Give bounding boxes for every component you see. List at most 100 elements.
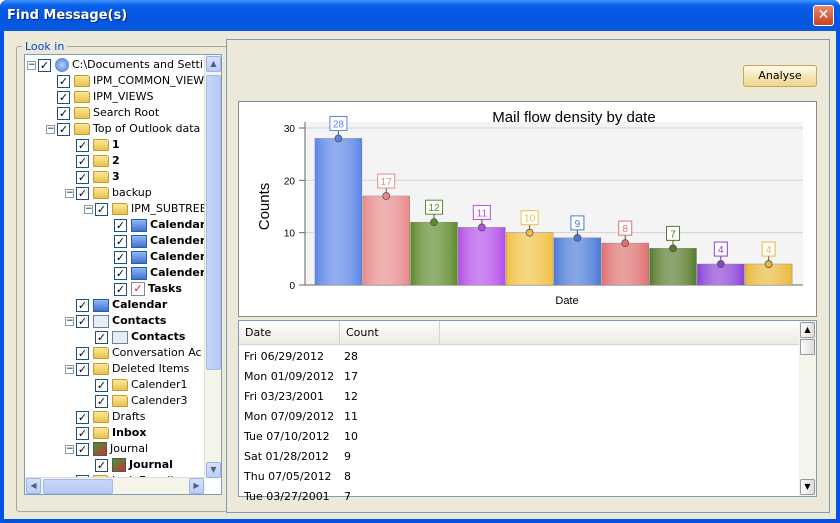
collapse-icon[interactable]: − <box>65 444 74 454</box>
tree-checkbox[interactable]: ✓ <box>114 218 127 232</box>
table-row[interactable]: Tue 07/10/2012 10 <box>239 427 800 447</box>
tree-item[interactable]: − ✓ Top of Outlook data <box>46 121 200 137</box>
tree-item[interactable]: ✓ Journal <box>84 457 173 473</box>
contact-icon <box>112 330 128 344</box>
tree-hscroll-thumb[interactable] <box>43 479 113 494</box>
tree-checkbox[interactable]: ✓ <box>57 74 70 88</box>
results-grid[interactable]: Date Count Fri 06/29/2012 28 Mon 01/09/201… <box>238 320 817 503</box>
tree-item[interactable]: ✓ Conversation Ac <box>65 345 202 361</box>
collapse-icon[interactable]: − <box>84 204 93 214</box>
title-bar[interactable]: Find Message(s) ✕ <box>0 0 840 31</box>
cell-date: Tue 03/27/2001 <box>244 490 330 503</box>
collapse-icon[interactable]: − <box>65 364 74 374</box>
tree-checkbox[interactable]: ✓ <box>95 378 108 392</box>
tree-checkbox[interactable]: ✓ <box>38 58 51 72</box>
tree-checkbox[interactable]: ✓ <box>76 170 89 184</box>
tree-checkbox[interactable]: ✓ <box>76 314 89 328</box>
table-row[interactable]: Mon 07/09/2012 11 <box>239 407 800 427</box>
tree-checkbox[interactable]: ✓ <box>114 266 127 280</box>
tree-item[interactable]: − ✓ IPM_SUBTREE <box>84 201 207 217</box>
folder-icon <box>93 411 109 423</box>
cell-date: Thu 07/05/2012 <box>244 470 332 483</box>
tree-horizontal-scrollbar[interactable]: ◀ ▶ <box>25 477 205 494</box>
collapse-icon[interactable]: − <box>27 60 36 70</box>
tree-item[interactable]: ✓ IPM_VIEWS <box>46 89 153 105</box>
tree-item[interactable]: ✓ Drafts <box>65 409 145 425</box>
scroll-down-arrow-icon[interactable]: ▼ <box>800 479 815 495</box>
tree-checkbox[interactable]: ✓ <box>76 362 89 376</box>
table-row[interactable]: Thu 07/05/2012 8 <box>239 467 800 487</box>
tree-item[interactable]: ✓ 1 <box>65 137 120 153</box>
table-row[interactable]: Tue 03/27/2001 7 <box>239 487 800 507</box>
scroll-up-arrow-icon[interactable]: ▲ <box>800 322 815 338</box>
column-header-count[interactable]: Count <box>340 321 440 345</box>
table-row[interactable]: Sat 01/28/2012 9 <box>239 447 800 467</box>
tree-item[interactable]: − ✓ backup <box>65 185 152 201</box>
tree-item[interactable]: ✓ Calender3 <box>103 265 213 281</box>
tree-checkbox[interactable]: ✓ <box>76 346 89 360</box>
folder-icon <box>93 427 109 439</box>
scroll-left-arrow-icon[interactable]: ◀ <box>26 478 41 494</box>
tree-checkbox[interactable]: ✓ <box>76 186 89 200</box>
tree-checkbox[interactable]: ✓ <box>57 122 70 136</box>
tree-checkbox[interactable]: ✓ <box>76 154 89 168</box>
column-header-date[interactable]: Date <box>239 321 340 345</box>
collapse-icon[interactable]: − <box>65 316 74 326</box>
tree-checkbox[interactable]: ✓ <box>76 138 89 152</box>
tree-checkbox[interactable]: ✓ <box>95 394 108 408</box>
tree-item[interactable]: − ✓ Contacts <box>65 313 166 329</box>
table-row[interactable]: Fri 03/23/2001 12 <box>239 387 800 407</box>
tree-item[interactable]: ✓ Inbox <box>65 425 146 441</box>
tree-item[interactable]: ✓ ✓ Tasks <box>103 281 182 297</box>
tree-item[interactable]: ✓ Calender2 <box>103 249 213 265</box>
tree-checkbox[interactable]: ✓ <box>76 442 89 456</box>
tree-item[interactable]: ✓ Contacts <box>84 329 185 345</box>
cell-date: Tue 07/10/2012 <box>244 430 330 443</box>
chart-bar-shine <box>649 248 697 285</box>
tree-checkbox[interactable]: ✓ <box>95 202 108 216</box>
tree-checkbox[interactable]: ✓ <box>114 234 127 248</box>
collapse-icon[interactable]: − <box>65 188 74 198</box>
folder-tree[interactable]: − ✓ C:\Documents and Setti ✓ IPM_COMMON_VIEW… <box>24 54 222 495</box>
tree-item[interactable]: ✓ Calendar <box>65 297 167 313</box>
tree-checkbox[interactable]: ✓ <box>114 250 127 264</box>
tree-item[interactable]: ✓ IPM_COMMON_VIEW <box>46 73 204 89</box>
tree-item-label: Contacts <box>131 330 186 343</box>
cell-date: Fri 03/23/2001 <box>244 390 325 403</box>
tree-item[interactable]: ✓ Search Root <box>46 105 159 121</box>
tree-item[interactable]: − ✓ C:\Documents and Setti <box>27 57 203 73</box>
analyse-button[interactable]: Analyse <box>743 65 817 87</box>
tree-vertical-scrollbar[interactable]: ▲ ▼ <box>204 55 221 479</box>
tree-checkbox[interactable]: ✓ <box>95 458 108 472</box>
grid-scroll-thumb[interactable] <box>800 339 815 355</box>
data-point <box>621 239 630 248</box>
tree-item[interactable]: − ✓ Journal <box>65 441 148 457</box>
tree-item[interactable]: ✓ 3 <box>65 169 120 185</box>
close-button[interactable]: ✕ <box>813 5 834 26</box>
tree-item[interactable]: ✓ Calender3 <box>84 393 188 409</box>
data-point <box>525 228 534 237</box>
tree-checkbox[interactable]: ✓ <box>95 330 108 344</box>
scroll-up-arrow-icon[interactable]: ▲ <box>206 56 221 72</box>
tree-checkbox[interactable]: ✓ <box>57 106 70 120</box>
scroll-right-arrow-icon[interactable]: ▶ <box>189 478 204 494</box>
scroll-down-arrow-icon[interactable]: ▼ <box>206 462 221 478</box>
tree-item[interactable]: ✓ Calender1 <box>84 377 188 393</box>
tree-checkbox[interactable]: ✓ <box>76 298 89 312</box>
tree-checkbox[interactable]: ✓ <box>76 410 89 424</box>
tree-scroll-thumb[interactable] <box>206 75 221 370</box>
journal-icon <box>93 442 107 456</box>
tree-item[interactable]: ✓ Calendar <box>103 217 205 233</box>
cell-date: Fri 06/29/2012 <box>244 350 325 363</box>
table-row[interactable]: Fri 06/29/2012 28 <box>239 347 800 367</box>
grid-vertical-scrollbar[interactable]: ▲ ▼ <box>799 321 816 496</box>
tree-checkbox[interactable]: ✓ <box>76 426 89 440</box>
table-row[interactable]: Mon 01/09/2012 17 <box>239 367 800 387</box>
collapse-icon[interactable]: − <box>46 124 55 134</box>
tree-item[interactable]: ✓ 2 <box>65 153 120 169</box>
tree-item[interactable]: − ✓ Deleted Items <box>65 361 189 377</box>
tree-checkbox[interactable]: ✓ <box>57 90 70 104</box>
tree-item[interactable]: ✓ Calender1 <box>103 233 213 249</box>
tree-item-label: backup <box>112 186 152 199</box>
tree-checkbox[interactable]: ✓ <box>114 282 127 296</box>
